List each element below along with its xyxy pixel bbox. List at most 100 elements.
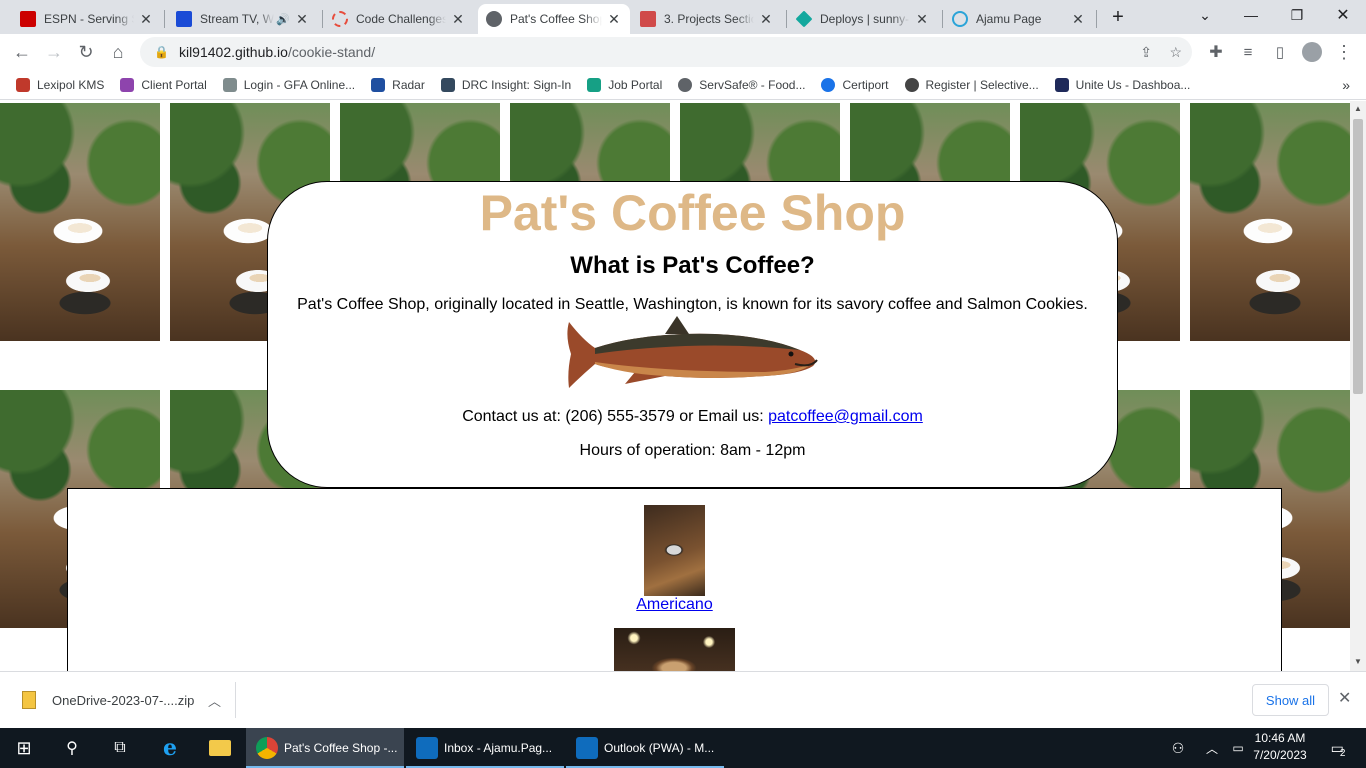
tab-projects[interactable]: 3. Projects Section ✕ (632, 4, 782, 34)
bookmark-icon (587, 77, 602, 92)
tab-pats-coffee[interactable]: Pat's Coffee Shop ✕ (478, 4, 630, 34)
close-window-button[interactable]: ✕ (1320, 0, 1366, 30)
close-tab-icon[interactable]: ✕ (294, 11, 310, 28)
directv-icon (176, 11, 192, 27)
tab-code-challenges[interactable]: Code Challenges ✕ (324, 4, 474, 34)
close-download-bar-icon[interactable]: ✕ (1338, 688, 1351, 708)
scroll-down-icon[interactable]: ▼ (1350, 657, 1366, 666)
download-filename: OneDrive-2023-07-....zip (52, 692, 195, 708)
forward-icon[interactable]: → (40, 38, 68, 66)
background-tile (0, 103, 160, 341)
minimize-button[interactable]: — (1228, 0, 1274, 30)
side-panel-icon[interactable]: ▯ (1266, 38, 1294, 66)
search-icon[interactable]: ⚲ (48, 728, 96, 768)
reload-icon[interactable]: ↻ (72, 38, 100, 66)
more-bookmarks-icon[interactable]: » (1342, 77, 1350, 93)
bookmark-icon (16, 77, 30, 92)
bookmark-gfa[interactable]: Login - GFA Online... (222, 77, 355, 92)
salmon-image (566, 316, 818, 388)
bookmark-lexipol[interactable]: Lexipol KMS (16, 77, 104, 92)
tab-title: Deploys | sunny- (820, 12, 910, 26)
taskbar-app-outlook-pwa[interactable]: Outlook (PWA) - M... (566, 728, 724, 768)
bookmark-certiport[interactable]: Certiport (821, 77, 889, 92)
notifications-icon[interactable]: ▭ 2 (1318, 728, 1358, 768)
system-clock[interactable]: 10:46 AM 7/20/2023 (1250, 730, 1310, 764)
media-control-icon[interactable]: ≡ (1234, 38, 1262, 66)
outlook-icon (416, 737, 438, 759)
profile-avatar[interactable] (1298, 38, 1326, 66)
bookmark-star-icon[interactable]: ☆ (1169, 44, 1182, 61)
close-tab-icon[interactable]: ✕ (606, 11, 622, 28)
close-tab-icon[interactable]: ✕ (450, 11, 466, 28)
windows-taskbar: ⊞ ⚲ ⧉ e Pat's Coffee Shop -... Inbox - A… (0, 728, 1366, 768)
americano-image[interactable] (644, 505, 705, 596)
bookmark-drc[interactable]: DRC Insight: Sign-In (440, 77, 571, 92)
show-all-button[interactable]: Show all (1252, 684, 1329, 716)
latte-image[interactable] (614, 628, 735, 671)
close-tab-icon[interactable]: ✕ (914, 11, 930, 28)
email-link[interactable]: patcoffee@gmail.com (768, 408, 923, 425)
notification-count: 2 (1339, 747, 1346, 759)
internet-explorer-icon[interactable]: e (146, 728, 194, 768)
tab-title: Code Challenges (356, 12, 446, 26)
close-tab-icon[interactable]: ✕ (758, 11, 774, 28)
globe-icon (678, 77, 693, 92)
contact-line: Contact us at: (206) 555-3579 or Email u… (268, 408, 1117, 426)
speaker-icon[interactable]: 🔊 (276, 13, 290, 26)
scroll-up-icon[interactable]: ▲ (1350, 104, 1366, 113)
bookmarks-bar: Lexipol KMS Client Portal Login - GFA On… (0, 70, 1366, 100)
bookmark-selective[interactable]: Register | Selective... (904, 77, 1039, 92)
bookmark-unite-us[interactable]: Unite Us - Dashboa... (1054, 77, 1190, 92)
bookmark-icon (1054, 77, 1069, 92)
close-tab-icon[interactable]: ✕ (138, 11, 154, 28)
people-icon[interactable]: ⚇ (1164, 728, 1192, 768)
battery-icon[interactable]: ▭ (1226, 728, 1250, 768)
address-bar[interactable]: 🔒 kil91402.github.io/cookie-stand/ ⇪ ☆ (140, 37, 1192, 67)
close-tab-icon[interactable]: ✕ (1070, 11, 1086, 28)
back-icon[interactable]: ← (8, 38, 36, 66)
chevron-up-icon[interactable]: ︿ (1200, 728, 1224, 768)
tab-deploys[interactable]: Deploys | sunny- ✕ (788, 4, 938, 34)
menu-item-americano: Americano (68, 505, 1281, 614)
scrollbar-thumb[interactable] (1353, 119, 1363, 394)
bookmark-icon (222, 77, 237, 92)
task-view-icon[interactable]: ⧉ (96, 728, 144, 768)
taskbar-app-inbox[interactable]: Inbox - Ajamu.Pag... (406, 728, 564, 768)
tab-search-icon[interactable]: ⌄ (1182, 0, 1228, 30)
bookmark-servsafe[interactable]: ServSafe® - Food... (678, 77, 805, 92)
bookmark-job-portal[interactable]: Job Portal (587, 77, 662, 92)
home-icon[interactable]: ⌂ (104, 38, 132, 66)
chevron-up-icon[interactable]: ︿ (208, 691, 221, 710)
page-viewport: Pat's Coffee Shop What is Pat's Coffee? … (0, 101, 1350, 671)
hours-text: Hours of operation: 8am - 12pm (579, 442, 806, 459)
menu-section: Americano (67, 488, 1282, 671)
file-explorer-icon[interactable] (196, 728, 244, 768)
bookmark-icon (440, 77, 455, 92)
tab-strip: ESPN - Serving Sports ✕ Stream TV, Watch… (0, 0, 1366, 34)
browser-toolbar: ← → ↻ ⌂ 🔒 kil91402.github.io/cookie-stan… (0, 34, 1366, 70)
react-icon (952, 11, 968, 27)
tab-stream-tv[interactable]: Stream TV, Watch 🔊 ✕ (168, 4, 318, 34)
share-icon[interactable]: ⇪ (1140, 44, 1152, 61)
about-description: Pat's Coffee Shop, originally located in… (297, 296, 1088, 313)
tab-espn[interactable]: ESPN - Serving Sports ✕ (12, 4, 162, 34)
espn-icon (20, 11, 36, 27)
windows-start-icon[interactable]: ⊞ (0, 728, 48, 768)
bookmark-client-portal[interactable]: Client Portal (120, 77, 207, 92)
americano-link[interactable]: Americano (636, 596, 712, 613)
bookmark-radar[interactable]: Radar (371, 77, 425, 92)
menu-kebab-icon[interactable]: ⋮ (1330, 38, 1358, 66)
page-scrollbar[interactable]: ▲ ▼ (1350, 101, 1366, 671)
extensions-icon[interactable]: ✚ (1202, 38, 1230, 66)
lock-icon[interactable]: 🔒 (154, 45, 169, 59)
restore-button[interactable]: ❐ (1274, 0, 1320, 30)
about-card: Pat's Coffee Shop What is Pat's Coffee? … (267, 181, 1118, 488)
download-item[interactable]: OneDrive-2023-07-....zip ︿ (14, 682, 236, 718)
taskbar-app-chrome[interactable]: Pat's Coffee Shop -... (246, 728, 404, 768)
tab-title: Stream TV, Watch (200, 12, 274, 26)
menu-item-latte (68, 628, 1281, 671)
chrome-icon (256, 737, 278, 759)
new-tab-button[interactable]: + (1100, 2, 1136, 32)
globe-icon (486, 11, 502, 27)
tab-ajamu-page[interactable]: Ajamu Page ✕ (944, 4, 1094, 34)
